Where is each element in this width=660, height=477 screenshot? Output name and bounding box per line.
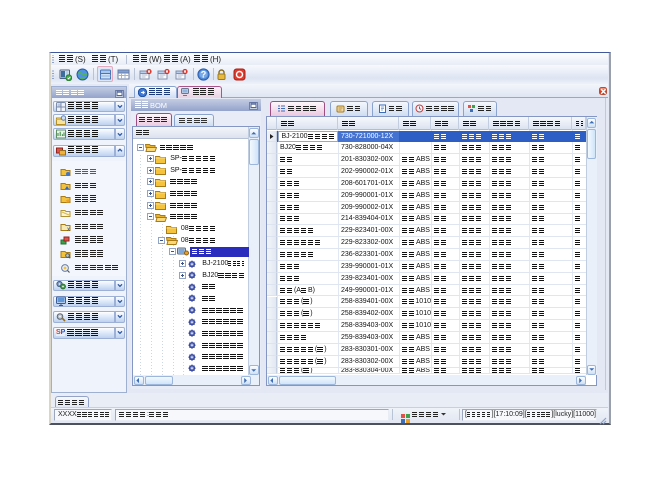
svg-text:?: ?	[200, 70, 206, 80]
svg-text:x: x	[67, 227, 70, 232]
